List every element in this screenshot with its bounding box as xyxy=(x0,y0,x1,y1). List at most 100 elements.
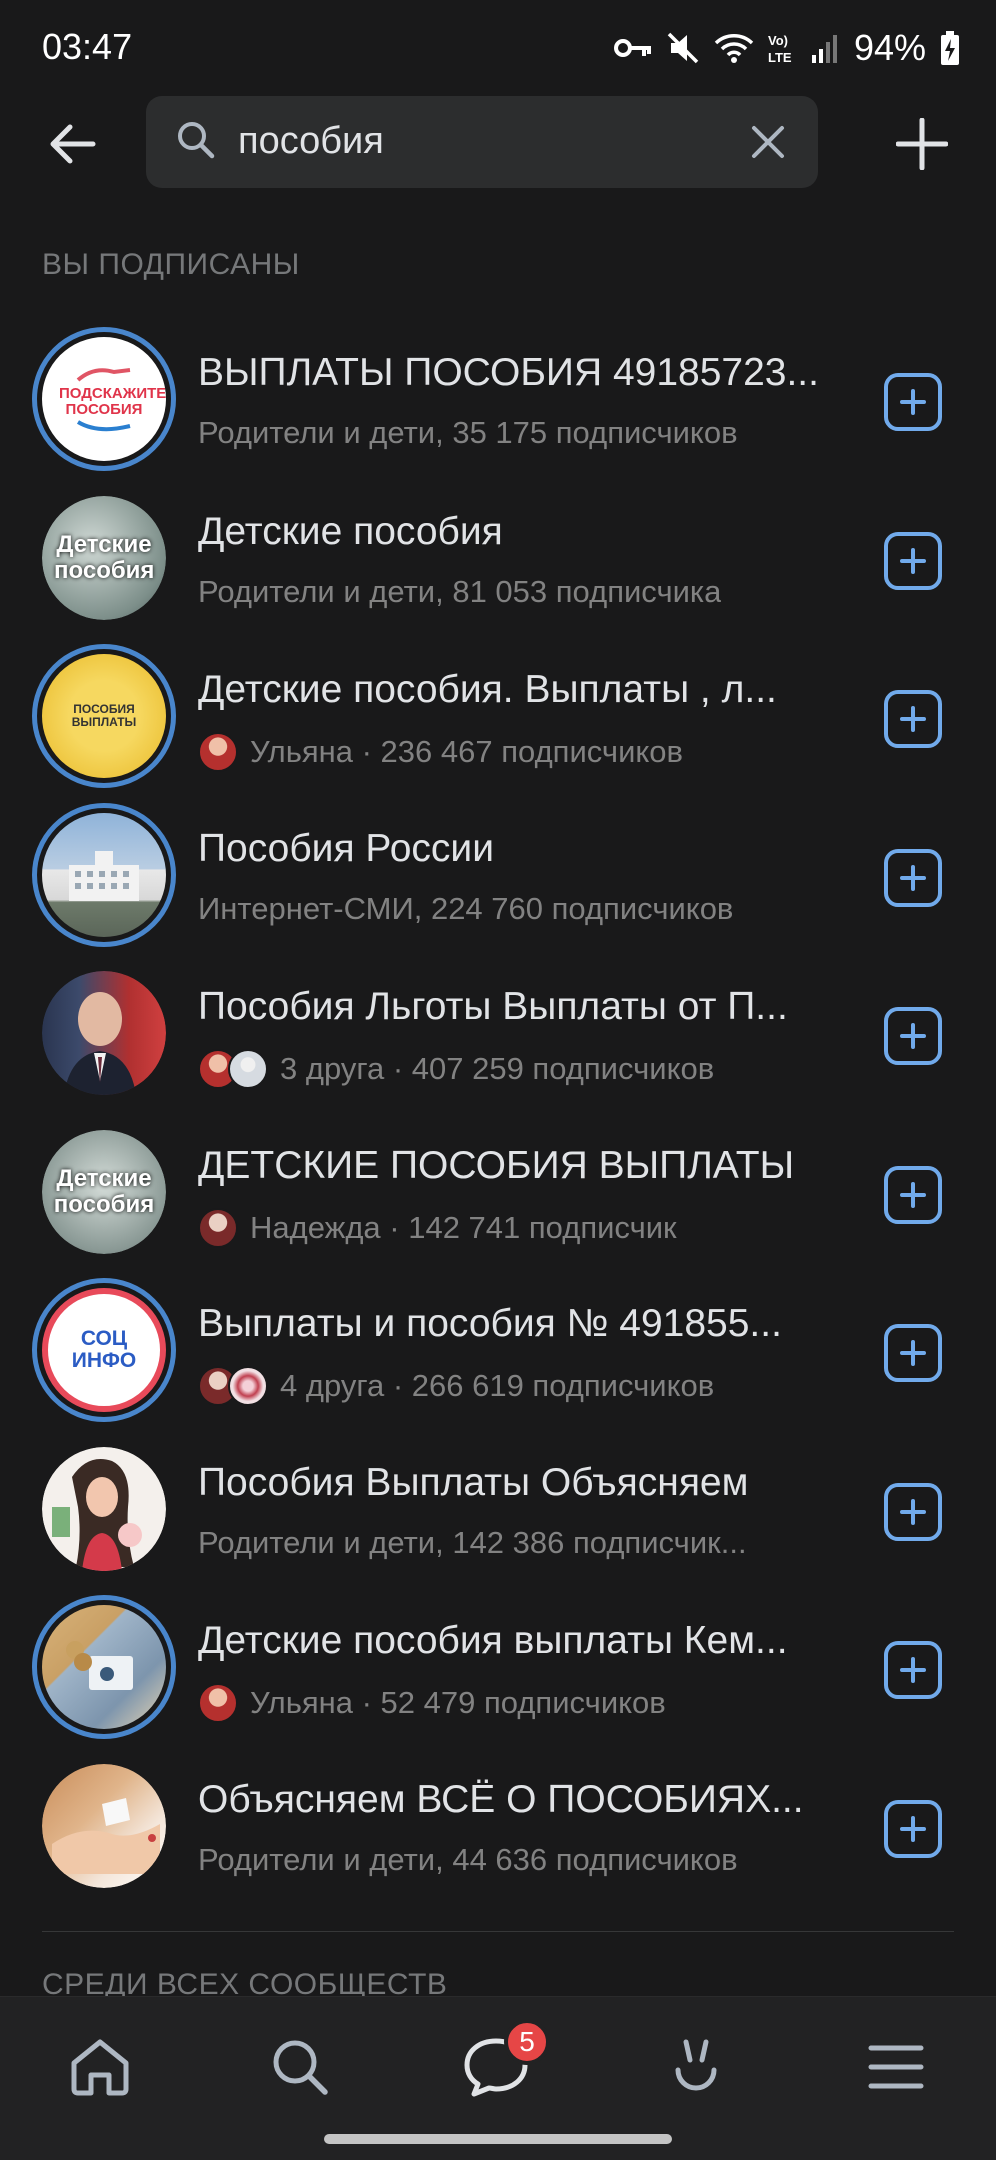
svg-text:LTE: LTE xyxy=(768,50,792,65)
hand-icon xyxy=(76,419,131,431)
plus-icon xyxy=(900,1498,926,1525)
nav-search[interactable] xyxy=(260,2027,340,2107)
community-title: Пособия Выплаты Объясняем xyxy=(198,1460,749,1504)
join-button[interactable] xyxy=(884,690,942,748)
battery-percent: 94% xyxy=(853,27,926,68)
svg-text:Vo): Vo) xyxy=(768,33,788,48)
list-item[interactable]: Детские пособия выплаты Кем... Ульяна · … xyxy=(0,1593,996,1752)
avatar xyxy=(198,1683,238,1723)
community-title: Детские пособия xyxy=(198,509,503,553)
list-item[interactable]: Объясняем ВСЁ О ПОСОБИЯХ... Родители и д… xyxy=(0,1752,996,1911)
search-header: пособия xyxy=(0,96,996,192)
community-avatar xyxy=(42,971,166,1095)
community-avatar xyxy=(42,1446,166,1571)
create-community-button[interactable] xyxy=(894,116,950,172)
join-button[interactable] xyxy=(884,1799,942,1858)
mute-icon xyxy=(667,32,699,64)
status-bar: 03:47 Vo) LTE 94% xyxy=(0,0,996,96)
community-subtitle: 3 друга · 407 259 подписчиков xyxy=(198,1049,838,1089)
clear-search-button[interactable] xyxy=(744,118,792,166)
community-avatar: ПОДСКАЖИТЕ ПОСОБИЯ xyxy=(32,327,176,471)
section-subscribed-title: ВЫ ПОДПИСАНЫ xyxy=(42,248,300,281)
avatar-text: Детские пособия xyxy=(53,1165,155,1218)
avatar xyxy=(228,1366,268,1406)
community-avatar xyxy=(32,802,176,947)
plus-icon xyxy=(900,1181,926,1208)
nav-home[interactable] xyxy=(60,2027,140,2107)
plus-icon xyxy=(900,864,926,891)
list-item[interactable]: Детские пособия Детские пособия Родители… xyxy=(0,484,996,643)
close-icon xyxy=(752,126,784,158)
friend-avatars xyxy=(198,1207,238,1248)
community-avatar: Детские пособия xyxy=(42,495,166,620)
join-button[interactable] xyxy=(884,373,942,431)
community-subtitle: Родители и дети, 142 386 подписчик... xyxy=(198,1524,747,1560)
list-item[interactable]: Пособия России Интернет-СМИ, 224 760 под… xyxy=(0,801,996,960)
nav-menu[interactable] xyxy=(856,2027,936,2107)
arrow-left-icon xyxy=(50,124,96,164)
signal-icon xyxy=(811,35,837,63)
join-button[interactable] xyxy=(884,1482,942,1541)
community-title: Объясняем ВСЁ О ПОСОБИЯХ... xyxy=(198,1777,804,1821)
nav-clips[interactable] xyxy=(656,2027,736,2107)
money-photo xyxy=(66,1641,133,1690)
community-title: ДЕТСКИЕ ПОСОБИЯ ВЫПЛАТЫ xyxy=(198,1143,795,1187)
community-subtitle: Родители и дети, 44 636 подписчиков xyxy=(198,1841,738,1877)
community-title: Выплаты и пособия № 491855... xyxy=(198,1302,782,1345)
friend-avatars xyxy=(198,1683,238,1723)
community-title: ВЫПЛАТЫ ПОСОБИЯ 49185723... xyxy=(198,351,819,394)
battery-charging-icon xyxy=(941,31,959,65)
plus-icon xyxy=(900,547,926,574)
vpn-key-icon xyxy=(613,39,651,57)
community-avatar xyxy=(42,1763,166,1888)
community-subtitle: Надежда · 142 741 подписчик xyxy=(198,1207,838,1248)
avatar-text: ПОДСКАЖИТЕ ПОСОБИЯ xyxy=(59,385,166,418)
join-button[interactable] xyxy=(884,848,942,907)
list-item[interactable]: ПОДСКАЖИТЕ ПОСОБИЯ ВЫПЛАТЫ ПОСОБИЯ 49185… xyxy=(0,325,996,484)
home-indicator[interactable] xyxy=(324,2134,672,2144)
avatar-text: ПОСОБИЯ ВЫПЛАТЫ xyxy=(71,702,137,729)
list-item[interactable]: Пособия Выплаты Объясняем Родители и дет… xyxy=(0,1435,996,1594)
list-item[interactable]: Детские пособия ДЕТСКИЕ ПОСОБИЯ ВЫПЛАТЫ … xyxy=(0,1118,996,1277)
plus-icon xyxy=(900,1657,926,1683)
join-button[interactable] xyxy=(884,1641,942,1699)
plus-icon xyxy=(900,1023,926,1049)
join-button[interactable] xyxy=(884,1324,942,1382)
join-button[interactable] xyxy=(884,1165,942,1224)
woman-illustration xyxy=(52,1458,142,1571)
community-subtitle: Ульяна · 236 467 подписчиков xyxy=(198,732,838,772)
search-icon xyxy=(273,2040,328,2095)
avatar xyxy=(228,1049,268,1089)
community-avatar: СОЦ ИНФО xyxy=(32,1278,176,1422)
community-avatar: ПОСОБИЯ ВЫПЛАТЫ xyxy=(32,644,176,788)
community-avatar: Детские пособия xyxy=(42,1129,166,1254)
person-photo xyxy=(64,992,136,1095)
community-avatar xyxy=(32,1595,176,1739)
nav-messages[interactable]: 5 xyxy=(456,2019,550,2107)
community-subtitle: Интернет-СМИ, 224 760 подписчиков xyxy=(198,890,734,926)
community-subtitle: 4 друга · 266 619 подписчиков xyxy=(198,1366,838,1406)
avatar xyxy=(198,1207,238,1248)
search-icon xyxy=(178,122,215,159)
list-item[interactable]: ПОСОБИЯ ВЫПЛАТЫ Детские пособия. Выплаты… xyxy=(0,642,996,801)
plus-icon xyxy=(900,706,926,732)
join-button[interactable] xyxy=(884,531,942,590)
menu-icon xyxy=(868,2045,924,2089)
clips-icon xyxy=(675,2039,717,2091)
friend-avatars xyxy=(198,732,238,772)
avatar-text: Детские пособия xyxy=(54,531,155,584)
community-list: ПОДСКАЖИТЕ ПОСОБИЯ ВЫПЛАТЫ ПОСОБИЯ 49185… xyxy=(0,325,996,1910)
list-item[interactable]: СОЦ ИНФО Выплаты и пособия № 491855... 4… xyxy=(0,1276,996,1435)
join-button[interactable] xyxy=(884,1007,942,1065)
friend-avatars xyxy=(198,1049,268,1089)
back-button[interactable] xyxy=(44,116,100,172)
search-input[interactable]: пособия xyxy=(146,96,818,188)
community-subtitle: Родители и дети, 81 053 подписчика xyxy=(198,573,722,609)
plus-icon xyxy=(900,389,926,415)
avatar-text: СОЦ ИНФО xyxy=(71,1326,137,1372)
community-subtitle: Родители и дети, 35 175 подписчиков xyxy=(198,415,738,450)
community-title: Детские пособия. Выплаты , л... xyxy=(198,668,777,711)
volte-icon: Vo) LTE xyxy=(768,33,792,65)
list-item[interactable]: Пособия Льготы Выплаты от П... 3 друга ·… xyxy=(0,959,996,1118)
community-title: Пособия Льготы Выплаты от П... xyxy=(198,985,788,1028)
